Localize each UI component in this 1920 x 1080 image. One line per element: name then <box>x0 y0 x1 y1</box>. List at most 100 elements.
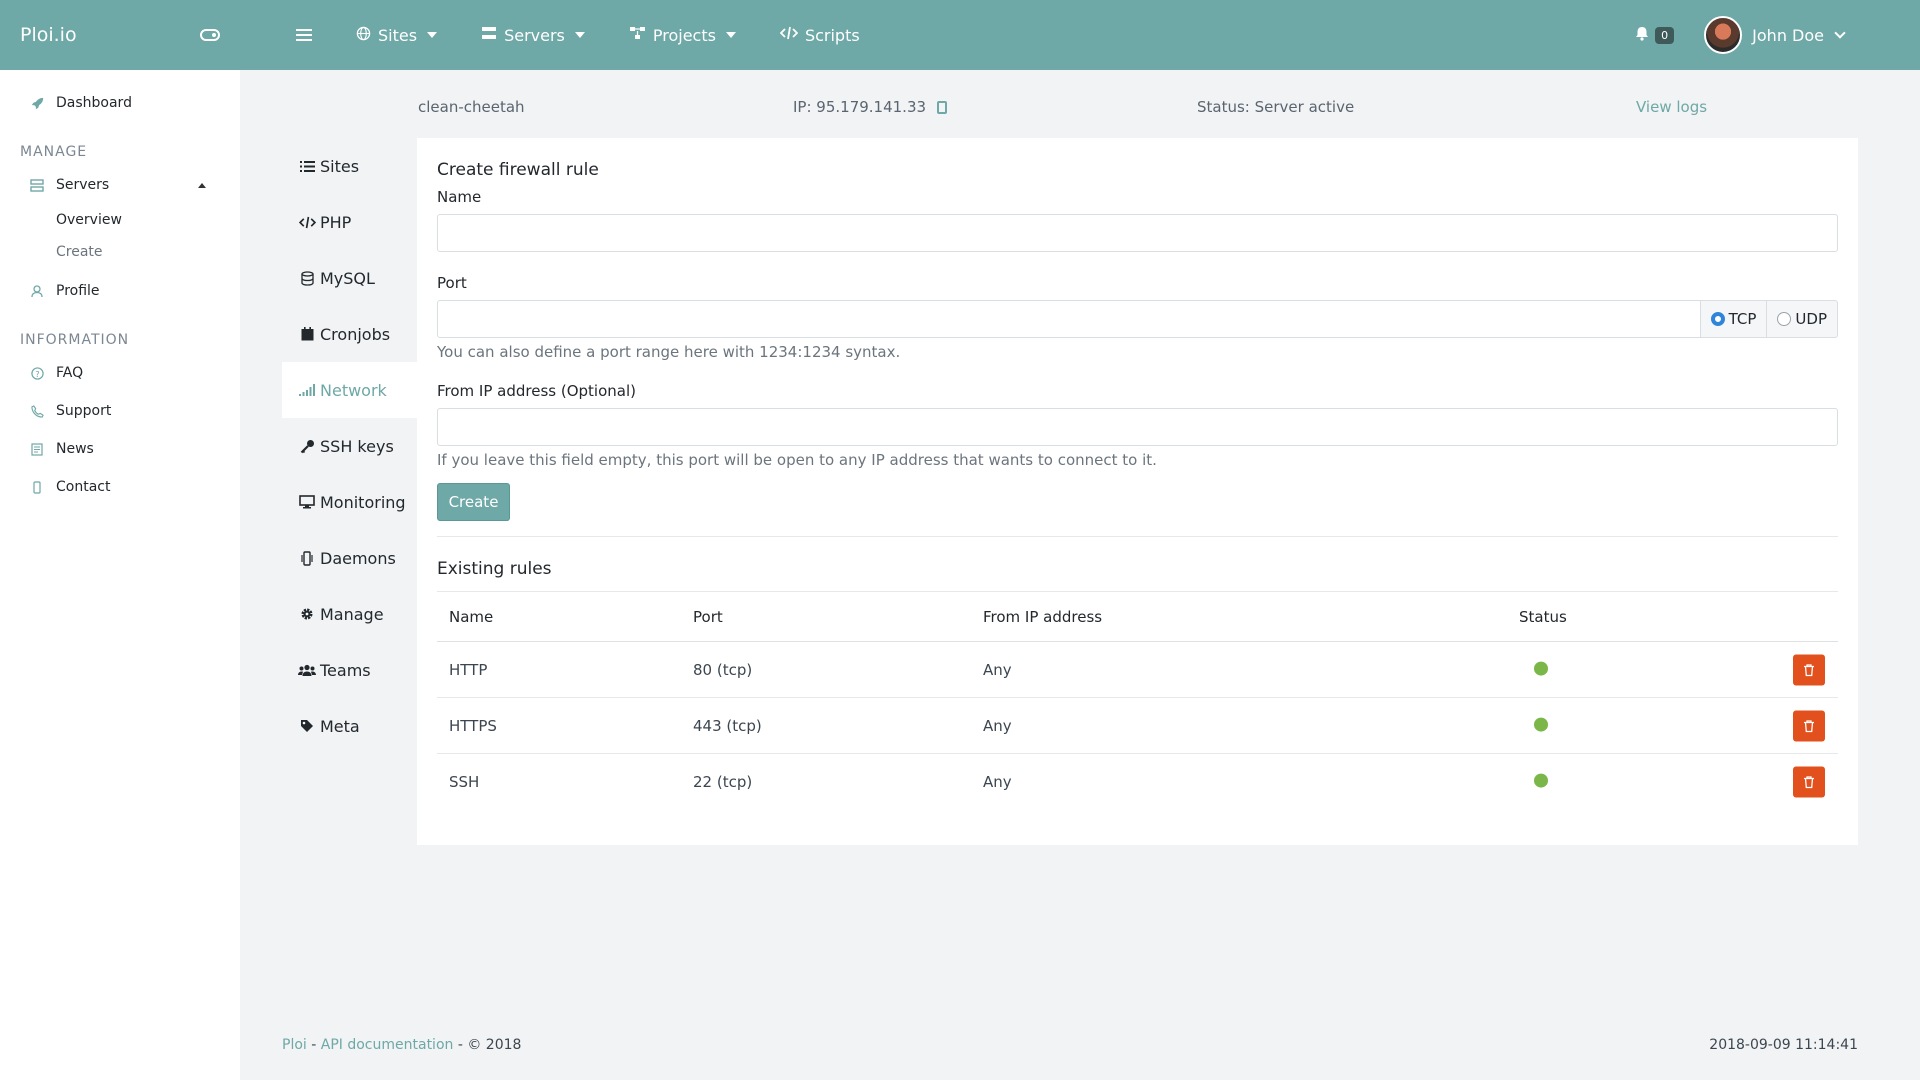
subnav-manage[interactable]: Manage <box>282 586 417 642</box>
rule-port: 22 (tcp) <box>693 773 753 791</box>
ip-help-text: If you leave this field empty, this port… <box>437 451 1157 469</box>
sidebar-item-news[interactable]: News <box>0 430 240 468</box>
create-button[interactable]: Create <box>437 483 510 521</box>
name-input[interactable] <box>437 214 1838 252</box>
udp-radio-option[interactable]: UDP <box>1767 300 1838 338</box>
hamburger-menu-icon[interactable] <box>296 29 312 41</box>
subnav-label: Daemons <box>320 548 396 568</box>
calendar-icon <box>298 327 316 341</box>
subnav-monitoring[interactable]: Monitoring <box>282 474 417 530</box>
subnav-php[interactable]: PHP <box>282 194 417 250</box>
sidebar-nav: Dashboard MANAGE Servers Overview Create… <box>0 70 240 506</box>
topbar-right: 0 John Doe <box>1635 16 1846 54</box>
mobile-icon <box>30 480 44 494</box>
vibrate-icon <box>298 550 316 566</box>
subnav-sites[interactable]: Sites <box>282 138 417 194</box>
subnav-daemons[interactable]: Daemons <box>282 530 417 586</box>
server-info-bar: clean-cheetah IP: 95.179.141.33 Status: … <box>418 98 1708 122</box>
sidebar: Ploi.io Dashboard MANAGE Servers Overvie… <box>0 0 240 1080</box>
tcp-radio[interactable] <box>1710 312 1725 326</box>
view-logs-link[interactable]: View logs <box>1636 98 1707 116</box>
bell-icon[interactable] <box>1635 26 1649 45</box>
topnav-servers[interactable]: Servers <box>481 26 585 45</box>
delete-rule-button[interactable] <box>1793 654 1825 685</box>
subnav-mysql[interactable]: MySQL <box>282 250 417 306</box>
name-label: Name <box>437 188 482 206</box>
gear-icon <box>298 607 316 621</box>
sidebar-label: News <box>56 441 94 457</box>
code-icon <box>298 216 316 229</box>
footer-copyright: - © 2018 <box>453 1037 522 1053</box>
sidebar-subitem-overview[interactable]: Overview <box>0 204 240 236</box>
clipboard-icon[interactable] <box>936 101 947 114</box>
caret-up-icon <box>198 182 206 188</box>
status-active-dot <box>1534 717 1548 732</box>
server-ip: IP: 95.179.141.33 <box>793 98 947 116</box>
server-icon <box>30 178 44 192</box>
port-input[interactable] <box>437 300 1701 338</box>
subnav-label: Monitoring <box>320 492 406 512</box>
brand-bar: Ploi.io <box>0 0 240 70</box>
server-status: Status: Server active <box>1197 98 1355 116</box>
rule-name: HTTP <box>449 660 488 679</box>
avatar[interactable] <box>1704 16 1743 54</box>
subnav-label: Cronjobs <box>320 324 391 344</box>
trash-icon <box>1804 663 1814 676</box>
subnav-ssh-keys[interactable]: SSH keys <box>282 418 417 474</box>
delete-rule-button[interactable] <box>1793 766 1825 798</box>
user-icon <box>30 284 44 298</box>
monitor-icon <box>298 495 316 509</box>
subnav-label: Network <box>320 380 387 400</box>
divider <box>437 536 1838 537</box>
sidebar-label: Contact <box>56 479 111 495</box>
sidebar-item-dashboard[interactable]: Dashboard <box>0 84 240 122</box>
sidebar-subitem-create[interactable]: Create <box>0 236 240 268</box>
database-icon <box>298 270 316 286</box>
topnav-label: Scripts <box>804 25 860 45</box>
tag-icon <box>298 719 316 733</box>
server-icon <box>481 26 497 44</box>
sidebar-item-profile[interactable]: Profile <box>0 272 240 310</box>
table-row: HTTP 80 (tcp) Any <box>437 642 1838 698</box>
sidebar-item-servers[interactable]: Servers <box>0 166 240 204</box>
footer-ploi-link[interactable]: Ploi <box>282 1037 307 1053</box>
sidebar-label: Dashboard <box>56 95 132 111</box>
top-navbar: Sites Servers Projects Scripts 0 John Do… <box>240 0 1920 70</box>
udp-label: UDP <box>1795 310 1827 328</box>
create-rule-title: Create firewall rule <box>437 160 599 180</box>
user-name[interactable]: John Doe <box>1752 26 1824 45</box>
subnav-meta[interactable]: Meta <box>282 698 417 754</box>
question-circle-icon: ? <box>30 366 44 380</box>
udp-radio[interactable] <box>1777 312 1792 326</box>
topnav-scripts[interactable]: Scripts <box>779 25 860 45</box>
subnav-cronjobs[interactable]: Cronjobs <box>282 306 417 362</box>
footer-api-docs-link[interactable]: API documentation <box>321 1037 454 1053</box>
sidebar-item-support[interactable]: Support <box>0 392 240 430</box>
brand-logo[interactable]: Ploi.io <box>20 24 77 46</box>
manage-heading: MANAGE <box>20 144 88 160</box>
subnav-label: SSH keys <box>320 436 394 456</box>
tcp-radio-option[interactable]: TCP <box>1700 300 1768 338</box>
from-ip-input[interactable] <box>437 408 1838 446</box>
subnav-label: Sites <box>320 156 360 176</box>
status-active-dot <box>1534 661 1548 676</box>
caret-down-icon <box>427 32 438 38</box>
sidebar-item-contact[interactable]: Contact <box>0 468 240 506</box>
delete-rule-button[interactable] <box>1793 710 1825 741</box>
column-header-name: Name <box>449 607 494 626</box>
rule-ip: Any <box>983 660 1012 679</box>
chevron-down-icon[interactable] <box>1834 27 1846 39</box>
footer-separator: - <box>306 1037 321 1053</box>
sidebar-toggle-icon[interactable] <box>200 29 220 41</box>
port-label: Port <box>437 274 467 292</box>
caret-down-icon <box>725 32 736 38</box>
topnav-label: Servers <box>504 25 565 45</box>
topnav-projects[interactable]: Projects <box>629 26 736 45</box>
column-header-status: Status <box>1519 607 1567 626</box>
rule-port: 443 (tcp) <box>693 716 762 735</box>
subnav-teams[interactable]: Teams <box>282 642 417 698</box>
topnav-sites[interactable]: Sites <box>356 26 438 45</box>
newspaper-icon <box>30 442 44 456</box>
sidebar-item-faq[interactable]: ? FAQ <box>0 354 240 392</box>
subnav-network[interactable]: Network <box>282 362 417 418</box>
